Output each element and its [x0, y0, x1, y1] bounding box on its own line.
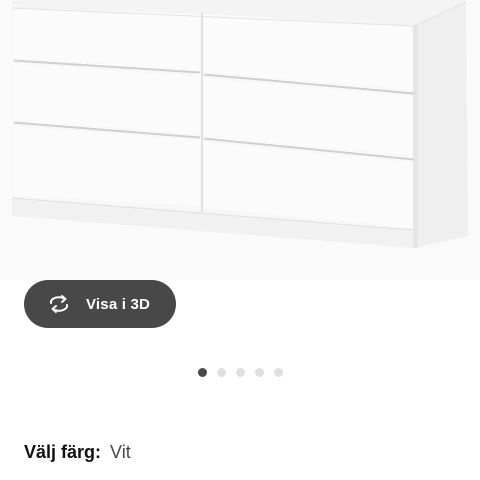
- view-3d-label: Visa i 3D: [86, 295, 151, 313]
- carousel-dot[interactable]: [217, 367, 226, 377]
- dresser-illustration: [0, 0, 480, 280]
- color-label: Välj färg:: [24, 442, 102, 462]
- carousel-dot[interactable]: [236, 367, 245, 377]
- carousel-dot[interactable]: [274, 367, 283, 377]
- color-value: Vit: [110, 442, 131, 462]
- product-image[interactable]: [0, 0, 480, 280]
- carousel-dot[interactable]: [198, 367, 207, 377]
- color-selector[interactable]: Välj färg: Vit: [24, 442, 131, 463]
- product-page: Visa i 3D Välj färg: Vit: [0, 0, 480, 480]
- rotate-3d-icon: [46, 294, 72, 314]
- carousel-dot[interactable]: [255, 367, 264, 377]
- view-3d-button[interactable]: Visa i 3D: [24, 280, 176, 328]
- image-carousel-dots: [0, 366, 480, 378]
